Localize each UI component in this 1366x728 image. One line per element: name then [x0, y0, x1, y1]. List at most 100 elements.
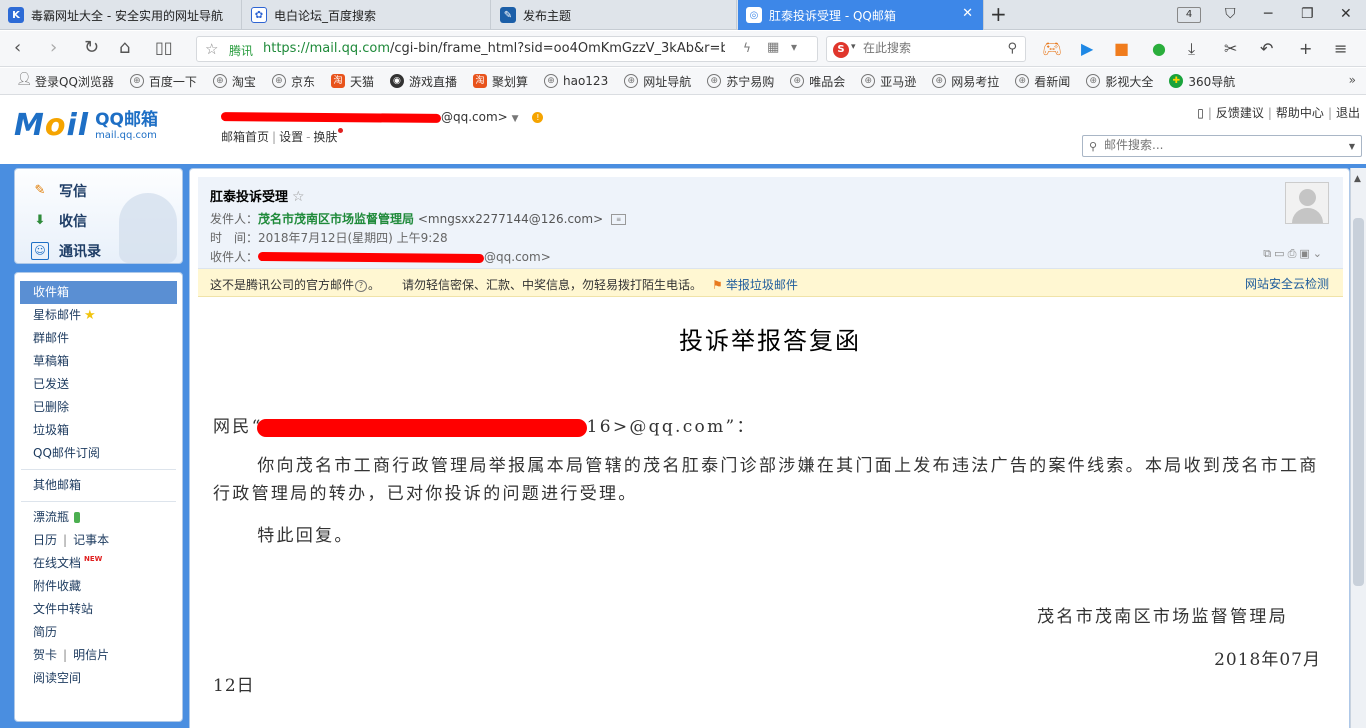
new-tab-icon[interactable]: + [990, 4, 1007, 24]
tab-qqmail[interactable]: ◎ 肛泰投诉受理 - QQ邮箱 ✕ [738, 0, 984, 30]
contact-card-icon[interactable]: ≡ [611, 214, 627, 225]
window-close-icon[interactable]: ✕ [1340, 6, 1352, 22]
app-cards-postcards[interactable]: 贺卡 | 明信片 [15, 644, 182, 667]
sogou-engine-icon[interactable]: S [833, 42, 849, 58]
wechat-icon[interactable]: ● [1152, 39, 1166, 59]
back-icon[interactable]: ‹ [14, 38, 21, 58]
address-bar[interactable]: ☆ 腾讯 https://mail.qq.com/cgi-bin/frame_h… [196, 36, 818, 62]
app-resume[interactable]: 简历 [15, 621, 182, 644]
window-icon[interactable]: ⧉ [1263, 247, 1274, 260]
search-icon[interactable]: ⚲ [1089, 140, 1097, 153]
greeting-card-link[interactable]: 贺卡 [33, 648, 57, 662]
mailbox-home-link[interactable]: 邮箱首页 [221, 130, 269, 144]
compose-button[interactable]: ✎ 写信 [31, 181, 87, 201]
cloud-security-check-link[interactable]: 网站安全云检测 [1245, 275, 1329, 292]
folder-other-mailboxes[interactable]: 其他邮箱 [15, 474, 182, 497]
bookmark-game-live[interactable]: ◉ 游戏直播 [389, 73, 457, 90]
app-reading-space[interactable]: 阅读空间 [15, 667, 182, 690]
bookmark-suning[interactable]: ⊕ 苏宁易购 [707, 73, 774, 90]
bookmark-news[interactable]: ⊕ 看新闻 [1015, 73, 1070, 90]
help-center-link[interactable]: 帮助中心 [1276, 106, 1324, 120]
postcard-link[interactable]: 明信片 [73, 648, 109, 662]
app-online-docs[interactable]: 在线文档 NEW [15, 552, 182, 575]
close-tab-icon[interactable]: ✕ [962, 6, 973, 21]
mail-search-input[interactable] [1104, 138, 1334, 152]
engine-dropdown-icon[interactable]: ▾ [851, 42, 856, 52]
warning-icon[interactable]: ! [532, 112, 544, 123]
print-icon[interactable]: ⎙ [1288, 247, 1300, 260]
shirt-skin-icon[interactable]: ⛉ [1225, 6, 1236, 22]
translate-icon[interactable]: ▾ [791, 40, 797, 54]
notes-link[interactable]: 记事本 [73, 533, 109, 547]
change-skin-link[interactable]: 换肤 [313, 130, 337, 144]
popout-icon[interactable]: ▭ [1274, 247, 1287, 260]
reload-icon[interactable]: ↻ [84, 38, 99, 58]
bookmark-baidu[interactable]: ⊕ 百度一下 [129, 73, 197, 90]
bookmark-juhuasuan[interactable]: 淘聚划算 [472, 73, 528, 90]
sender-name[interactable]: 茂名市茂南区市场监督管理局 [258, 212, 414, 226]
add-icon[interactable]: + [1299, 39, 1312, 59]
logout-link[interactable]: 退出 [1336, 106, 1360, 120]
bookmark-hao123[interactable]: ⊕ hao123 [544, 74, 608, 88]
video-play-icon[interactable]: ▶ [1081, 39, 1093, 59]
gamepad-icon[interactable]: 🎮︎ [1042, 39, 1062, 59]
app-file-transfer[interactable]: 文件中转站 [15, 598, 182, 621]
bookmark-vip[interactable]: ⊕ 唯品会 [790, 73, 845, 90]
tab-post-topic[interactable]: ✎ 发布主题 [492, 0, 737, 30]
sender-address[interactable]: <mngsxx2277144@126.com> [418, 212, 603, 226]
bookmark-taobao[interactable]: ⊕ 淘宝 [212, 73, 256, 90]
bookmark-login-qq[interactable]: 👤︎ 登录QQ浏览器 [16, 73, 114, 90]
report-spam-link[interactable]: ⚑ 举报垃圾邮件 [712, 278, 798, 292]
qqmail-logo[interactable]: Moil QQ邮箱 mail.qq.com [14, 108, 158, 143]
bookmark-kaola[interactable]: ⊕ 网易考拉 [932, 73, 999, 90]
scroll-up-icon[interactable]: ▲ [1354, 174, 1361, 184]
bookmark-amazon[interactable]: ⊕ 亚马逊 [861, 73, 916, 90]
download-icon[interactable]: ⤓ [1188, 39, 1195, 59]
forward-icon[interactable]: ▣ [1299, 247, 1312, 260]
app-calendar-notes[interactable]: 日历 | 记事本 [15, 529, 182, 552]
folder-sent[interactable]: 已发送 [15, 373, 182, 396]
tab-baidu-search[interactable]: ✿ 电白论坛_百度搜索 [243, 0, 491, 30]
restore-icon[interactable]: ❐ [1301, 6, 1314, 22]
menu-icon[interactable]: ≡ [1334, 39, 1347, 59]
more-chevron-icon[interactable]: ⌄ [1313, 247, 1325, 260]
page-scrollbar[interactable]: ▲ [1350, 168, 1366, 728]
app-attachments[interactable]: 附件收藏 [15, 575, 182, 598]
browser-search-box[interactable]: S ▾ ⚲ [826, 36, 1026, 62]
folder-spam[interactable]: 垃圾箱 [15, 419, 182, 442]
contacts-button[interactable]: ☺ 通讯录 [31, 241, 101, 261]
bookmark-star-icon[interactable]: ☆ [205, 40, 218, 58]
app-drift-bottle[interactable]: 漂流瓶 [15, 506, 182, 529]
settings-link[interactable]: 设置 [279, 130, 303, 144]
camera-record-icon[interactable]: ■ [1114, 39, 1129, 59]
minimize-icon[interactable]: ─ [1264, 6, 1272, 22]
sender-avatar[interactable] [1285, 182, 1329, 224]
search-options-dropdown-icon[interactable]: ▼ [1349, 142, 1355, 151]
account-dropdown-icon[interactable]: ▼ [512, 114, 519, 124]
undo-icon[interactable]: ↶ [1260, 39, 1273, 59]
folder-drafts[interactable]: 草稿箱 [15, 350, 182, 373]
calendar-link[interactable]: 日历 [33, 533, 57, 547]
scrollbar-thumb[interactable] [1353, 218, 1364, 586]
url-text[interactable]: https://mail.qq.com/cgi-bin/frame_html?s… [263, 41, 725, 56]
bookmark-tmall[interactable]: 淘天猫 [330, 73, 374, 90]
bookmark-360nav[interactable]: ✚ 360导航 [1169, 73, 1235, 90]
feedback-link[interactable]: 反馈建议 [1216, 106, 1264, 120]
scissors-icon[interactable]: ✂ [1224, 39, 1237, 59]
browser-search-input[interactable] [863, 41, 1003, 55]
folder-group-mail[interactable]: 群邮件 [15, 327, 182, 350]
forward-icon[interactable]: › [50, 38, 57, 58]
lightning-icon[interactable]: ϟ [743, 41, 751, 55]
mail-search-box[interactable]: ⚲ ▼ [1082, 135, 1362, 157]
tab-count-badge[interactable]: 4 [1177, 7, 1201, 23]
qr-code-icon[interactable]: ▦ [767, 40, 779, 55]
search-icon[interactable]: ⚲ [1007, 41, 1017, 56]
bookmark-jd[interactable]: ⊕ 京东 [271, 73, 315, 90]
tab-duba-nav[interactable]: K 毒霸网址大全 - 安全实用的网址导航 [0, 0, 242, 30]
home-icon[interactable]: ⌂ [119, 38, 130, 58]
reader-book-icon[interactable]: ▯▯ [155, 38, 173, 58]
bookmark-video[interactable]: ⊕ 影视大全 [1086, 73, 1153, 90]
account-name[interactable]: @qq.com> ▼ ! [220, 110, 544, 124]
help-question-icon[interactable]: ? [355, 279, 368, 292]
folder-starred[interactable]: 星标邮件 ★ [15, 304, 182, 327]
